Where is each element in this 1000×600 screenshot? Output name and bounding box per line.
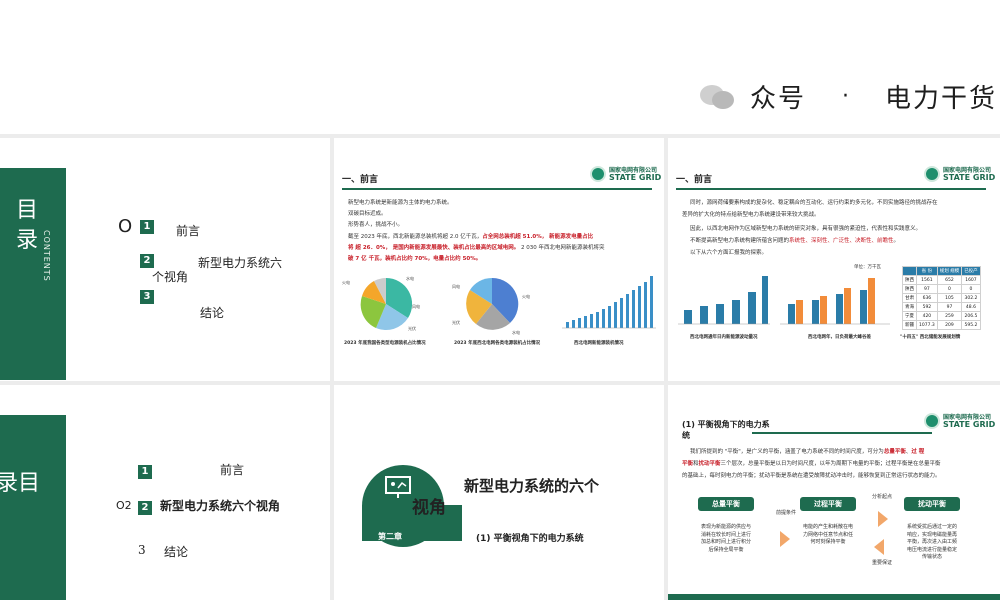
toc-num-3: 3: [140, 290, 154, 304]
watermark-right: 电力干货: [885, 84, 998, 114]
toc-num-2: 2: [138, 501, 152, 515]
bar-chart-northwest-new-energy: [562, 276, 656, 329]
slide-thumbnail-balance[interactable]: (1) 平衡视角下的电力系 统 国家电网有限公司 STATE GRID 我们所提到…: [668, 385, 1000, 600]
slide-heading: 一、前言: [342, 175, 379, 185]
preface-line-6: 破 7 亿 千瓦，装机占比约 70%，电量占比约 50%。: [348, 256, 482, 262]
storage-plan-table: 省 份 规划 规模 已投产 陕西 1561 652 1607 陕西 97 0 0 甘肃 636…: [902, 266, 981, 330]
preface-line-5: 将 超 26．0%， 是国内新能源发展最快、装机占比最高的区域电网。 2 030…: [348, 245, 605, 251]
slide-thumbnail-toc[interactable]: 目 录 CONTENTS O 1 前言 2 新型电力系统六 个视角 3 结论: [0, 138, 330, 381]
state-grid-globe-icon: [590, 166, 606, 182]
toc-num-1: 1: [138, 465, 152, 479]
arrow-left-icon: [874, 539, 884, 555]
caption-new-energy: 西北电网新能源装机情况: [574, 341, 624, 346]
presentation-board-icon: [385, 476, 411, 498]
caption-peak-valley: 西北电网年，日负荷最大峰谷差: [808, 335, 871, 340]
table-row: 宁夏 420 259 206.5: [902, 311, 981, 321]
caption-storage-plan: "十四五" 西北储能发展规划情: [900, 335, 961, 340]
svg-text:水电: 水电: [406, 275, 414, 281]
preface-line-3: 形势喜人，挑战不小。: [348, 222, 404, 228]
state-grid-globe-icon: [924, 166, 940, 182]
svg-text:风电: 风电: [412, 303, 420, 309]
box-process-balance: 过程平衡 电能的产生和耗散在电力网络中任意节点和任何时刻保持平衡: [800, 497, 856, 550]
svg-text:光伏: 光伏: [408, 325, 416, 331]
preface-line-1: 新型电力系统是新能源为主体的电力系统。: [348, 200, 453, 206]
table-row: 陕西 97 0 0: [902, 284, 981, 294]
caption-china-capacity: 2023 年底我国各类型电源装机占比情况: [344, 341, 426, 346]
slide-thumbnail-preface-1[interactable]: 一、前言 国家电网有限公司 STATE GRID 新型电力系统是新能源为主体的电力…: [334, 138, 664, 381]
state-grid-logo: 国家电网有限公司 STATE GRID: [924, 166, 995, 182]
table-row: 新疆 1077.3 209 595.2: [902, 320, 981, 330]
slide-heading-b: 统: [682, 431, 690, 440]
toc-item-1[interactable]: 前言: [176, 222, 200, 239]
label-prerequisite: 前提条件: [776, 510, 797, 516]
balance-line-2: 平衡和扰动平衡三个层次，总量平衡是以日为时间尺度，以年为周期下电量的平衡；过程平…: [682, 461, 941, 467]
toc-num-3: 3: [138, 543, 146, 557]
toc-item-3[interactable]: 结论: [200, 304, 224, 321]
table-row: 陕西 1561 652 1607: [902, 275, 981, 285]
box-disturbance-balance: 扰动平衡 系统受扰后通过一定的响应，实现电磁能量再平衡，再次进入由工频电压电流进…: [904, 497, 960, 565]
preface2-line-2: 差异的扩大化的特点给新型电力系统建设带来较大挑战。: [682, 212, 820, 218]
bar-chart-peak-valley: [780, 278, 890, 325]
chapter-label: 第二章: [378, 532, 402, 541]
caption-northwest-capacity: 2023 年底西北电网各类电源装机占比情况: [454, 341, 541, 346]
pie-chart-northwest-capacity: 火电 风电 光伏 水电: [452, 277, 530, 335]
watermark-left: 众号: [750, 84, 807, 114]
chapter-title-b: 视角: [412, 498, 446, 518]
state-grid-globe-icon: [924, 413, 940, 429]
state-grid-logo: 国家电网有限公司 STATE GRID: [590, 166, 661, 182]
label-guarantee: 重要保证: [872, 560, 893, 566]
arrow-right-icon: [780, 531, 790, 547]
preface2-line-3: 因此，以西北电网作为区域新型电力系统的研究对象，具有很强的紧迫性，代表性和实践意…: [690, 226, 922, 232]
slide-heading: 一、前言: [676, 175, 713, 185]
svg-text:光伏: 光伏: [452, 319, 460, 325]
bar-chart-fluctuation: [678, 276, 770, 325]
table-row: 青海 592 97 48.6: [902, 302, 981, 312]
slide-thumbnail-chapter-2[interactable]: 视角 新型电力系统的六个 第二章 (1) 平衡视角下的电力系统: [334, 385, 664, 600]
preface-line-2: 双碳目标近成。: [348, 211, 387, 217]
toc-green-panel: [0, 415, 66, 600]
slide-heading-a: (1) 平衡视角下的电力系: [682, 420, 770, 429]
heading-rule: [752, 432, 932, 434]
toc-item-2[interactable]: 新型电力系统六个视角: [160, 497, 280, 514]
toc-item-2a[interactable]: 新型电力系统六: [198, 254, 282, 271]
slide-thumbnail-toc-2[interactable]: 录目 1 前言 O2 2 新型电力系统六个视角 3 结论: [0, 385, 330, 600]
table-row: 甘肃 636 105 302.2: [902, 293, 981, 303]
toc-item-3[interactable]: 结论: [164, 543, 188, 560]
caption-fluctuation: 西北电网通年日内新能源波动量况: [690, 335, 758, 340]
balance-line-1: 我们所提到的 "平衡"，是广义的平衡，涵盖了电力系统不同的时间尺度，可分为总量平…: [690, 449, 925, 455]
watermark-dot: ·: [842, 84, 850, 109]
svg-text:火电: 火电: [522, 293, 530, 299]
chapter-title-a: 新型电力系统的六个: [464, 477, 600, 495]
pie-chart-china-capacity: 火电 水电 风电 光伏: [342, 275, 420, 331]
svg-text:火电: 火电: [342, 279, 350, 285]
toc-item-2b[interactable]: 个视角: [152, 268, 188, 285]
watermark: 众号 · 电力干货: [700, 78, 997, 115]
toc-num-1: 1: [140, 220, 154, 234]
preface2-line-1: 同时，源网荷储要素构成的复杂化、稳定耦合的互动化、运行约束的多元化，不同实施路径…: [690, 200, 938, 206]
box-total-balance: 总量平衡 表现为新能源的供应与消耗在较长时间上进行加总和时间上进行积分后保持全局…: [698, 497, 754, 557]
svg-text:风电: 风电: [452, 283, 460, 289]
toc-num-2: 2: [140, 254, 154, 268]
toc-title: 录目: [0, 471, 41, 496]
label-analysis-start: 分析起点: [872, 494, 893, 500]
toc-item-2-prefix: O2: [116, 499, 132, 512]
preface-line-4: 截至 2023 年底，西北新能源总装机将超 2.0 亿千瓦，占全网总装机超 51…: [348, 234, 594, 240]
preface2-line-4: 不断提高新型电力系统构建所蕴含问题的系统性、深刻性、广泛性、决断性、前瞻性。: [690, 238, 900, 244]
state-grid-logo: 国家电网有限公司 STATE GRID: [924, 413, 995, 429]
chapter-subtitle: (1) 平衡视角下的电力系统: [476, 534, 584, 544]
heading-rule: [342, 188, 652, 190]
toc-marker: O: [118, 216, 133, 237]
balance-line-3: 的基础上，每时刻电力的平衡；扰动平衡是系统在遭受故障扰动冲击时，能够恢复到正常运…: [682, 473, 941, 479]
toc-contents-label: CONTENTS: [42, 230, 51, 282]
bottom-band: [668, 594, 1000, 600]
wechat-icon: [700, 83, 736, 111]
top-banner: 众号 · 电力干货: [0, 0, 1000, 134]
arrow-right-icon: [878, 511, 888, 527]
preface2-line-5: 以下从六个方面汇报我的探索。: [690, 250, 768, 256]
heading-rule: [676, 188, 986, 190]
toc-title: 目 录: [16, 198, 39, 253]
slide-thumbnail-preface-2[interactable]: 一、前言 国家电网有限公司 STATE GRID 同时，源网荷储要素构成的复杂化、…: [668, 138, 1000, 381]
toc-item-1[interactable]: 前言: [220, 461, 244, 478]
svg-text:水电: 水电: [512, 329, 520, 335]
